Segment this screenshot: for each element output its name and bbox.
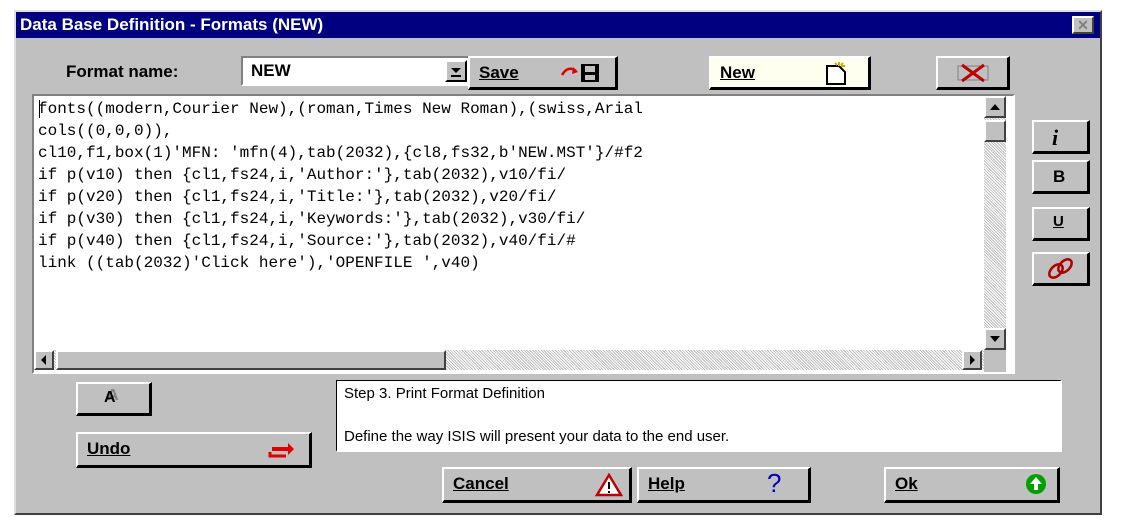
dialog-window: Data Base Definition - Formats (NEW) ✕ F… (14, 10, 1102, 515)
ok-button[interactable]: Ok (884, 467, 1060, 503)
scroll-up-button[interactable] (984, 96, 1006, 118)
close-button[interactable]: ✕ (1072, 16, 1094, 34)
underline-icon: U (1053, 213, 1064, 230)
delete-x-icon (957, 63, 989, 83)
scroll-left-button[interactable] (34, 350, 54, 370)
window-title: Data Base Definition - Formats (NEW) (20, 15, 324, 34)
editor-line: if p(v30) then {cl1,fs24,i,'Keywords:'},… (38, 210, 586, 228)
editor-line: if p(v40) then {cl1,fs24,i,'Source:'},ta… (38, 232, 576, 250)
title-bar[interactable]: Data Base Definition - Formats (NEW) ✕ (16, 12, 1100, 38)
new-document-icon (826, 62, 846, 85)
help-button[interactable]: Help ? (637, 467, 811, 503)
text-cursor (39, 100, 40, 118)
italic-icon: i (1052, 125, 1059, 150)
font-icon: A (104, 389, 116, 406)
format-name-dropdown-button[interactable] (445, 60, 467, 82)
info-step-text: Step 3. Print Format Definition (344, 385, 545, 402)
editor-line: if p(v20) then {cl1,fs24,i,'Title:'},tab… (38, 188, 557, 206)
help-question-icon: ? (767, 468, 782, 498)
editor-line: if p(v10) then {cl1,fs24,i,'Author:'},ta… (38, 166, 567, 184)
link-icon (1048, 258, 1073, 279)
undo-button-label: Undo (87, 439, 131, 458)
cancel-button[interactable]: Cancel (442, 467, 632, 503)
scroll-left-icon (41, 355, 46, 365)
save-button[interactable]: Save (468, 56, 618, 90)
italic-button[interactable]: i (1032, 120, 1090, 154)
scroll-right-icon (970, 355, 975, 365)
scrollbar-corner (984, 350, 1006, 372)
format-editor-text[interactable]: fonts((modern,Courier New),(roman,Times … (38, 98, 986, 358)
format-name-value: NEW (251, 61, 291, 80)
save-disk-icon (560, 64, 599, 82)
undo-arrow-icon (268, 443, 294, 458)
save-button-label: Save (479, 63, 519, 82)
link-button[interactable] (1032, 252, 1090, 286)
format-name-label: Format name: (66, 62, 179, 81)
bold-icon: B (1053, 167, 1066, 186)
dropdown-arrow-icon (451, 68, 461, 77)
bold-button[interactable]: B (1032, 160, 1090, 194)
vertical-scroll-thumb[interactable] (984, 120, 1006, 142)
undo-button[interactable]: Undo (76, 432, 312, 468)
ok-green-arrow-icon (1026, 474, 1046, 494)
underline-button[interactable]: U (1032, 207, 1090, 241)
cancel-button-label: Cancel (453, 474, 509, 493)
warning-icon (594, 472, 624, 497)
font-button[interactable]: A (76, 382, 152, 416)
new-button-label: New (720, 63, 755, 82)
ok-button-label: Ok (895, 474, 918, 493)
new-button[interactable]: New (709, 56, 871, 90)
delete-button[interactable] (936, 56, 1010, 90)
close-icon: ✕ (1077, 17, 1089, 33)
scroll-right-button[interactable] (962, 350, 982, 370)
info-description-text: Define the way ISIS will present your da… (344, 428, 730, 445)
scroll-up-icon (990, 104, 1000, 110)
help-button-label: Help (648, 474, 685, 493)
scroll-down-icon (990, 336, 1000, 342)
format-name-combobox[interactable]: NEW (241, 56, 471, 86)
editor-line: cols((0,0,0)), (38, 122, 173, 140)
scroll-down-button[interactable] (984, 328, 1006, 350)
horizontal-scroll-thumb[interactable] (56, 350, 446, 370)
editor-line: link ((tab(2032)'Click here'),'OPENFILE … (38, 254, 480, 272)
editor-line: fonts((modern,Courier New),(roman,Times … (38, 100, 643, 118)
editor-line: cl10,f1,box(1)'MFN: 'mfn(4),tab(2032),{c… (38, 144, 643, 162)
